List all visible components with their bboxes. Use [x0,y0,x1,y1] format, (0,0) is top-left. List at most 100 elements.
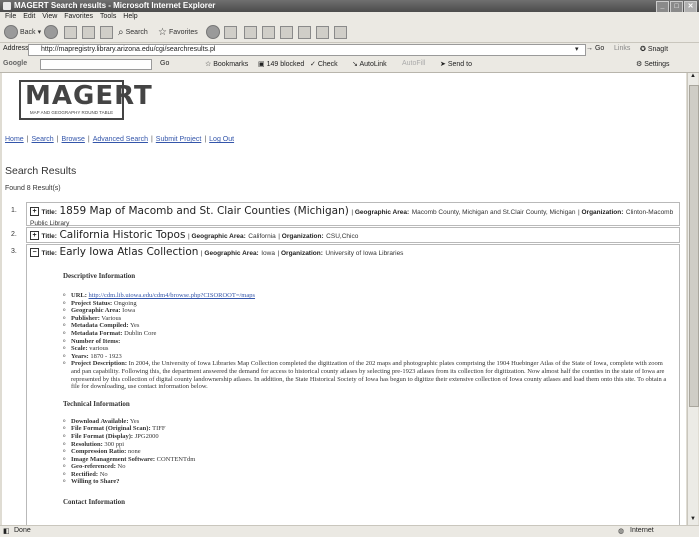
send-icon: ➤ [440,61,446,68]
edit-button[interactable] [262,25,275,39]
print-button[interactable] [244,25,257,39]
address-label: Address [3,45,29,52]
detail-item: Resolution: 300 ppi [63,441,669,449]
area-value: California [248,233,276,240]
address-input[interactable]: http://mapregistry.library.arizona.edu/c… [28,44,586,56]
popup-blocker-button[interactable]: ▣ 149 blocked [258,60,304,68]
nav-browse-link[interactable]: Browse [62,136,85,143]
snagit-logo-icon: ✪ [640,46,646,53]
detail-item: Metadata Compiled: Yes [63,322,669,330]
technical-heading: Technical Information [63,399,130,408]
nav-search-link[interactable]: Search [32,136,54,143]
detail-url: URL: http://cdm.lib.uiowa.edu/cdm4/brows… [63,292,669,300]
detail-item: Image Management Software: CONTENTdm [63,456,669,464]
scroll-thumb[interactable] [689,85,699,407]
sendto-button[interactable]: ➤ Send to [440,60,472,68]
back-button[interactable]: Back ▾ [4,25,41,39]
area-value: Macomb County, Michigan and St.Clair Cou… [411,209,576,216]
links-button[interactable]: Links [614,45,630,52]
detail-item: Willing to Share? [63,478,669,486]
project-description: Project Description: In 2004, the Univer… [63,360,669,390]
org-value: CSU,Chico [326,233,359,240]
menu-edit[interactable]: Edit [23,12,35,22]
detail-item: Geographic Area: Iowa [63,307,669,315]
results-count: Found 8 Result(s) [5,185,61,192]
detail-item: Scale: various [63,345,669,353]
scroll-up-icon[interactable]: ▲ [689,73,697,82]
forward-button[interactable] [44,25,58,39]
magert-logo[interactable]: MAGERT MAP AND GEOGRAPHY ROUND TABLE [19,80,152,120]
expand-toggle[interactable]: + [30,231,39,241]
org-value: University of Iowa Libraries [325,250,404,257]
edit-icon [262,25,275,39]
home-button[interactable] [100,25,113,39]
history-icon [206,25,220,39]
star-icon: ☆ [205,61,212,68]
search-icon: ⌕ [118,26,124,38]
go-button[interactable]: → Go [586,45,604,52]
research-button[interactable] [298,25,311,39]
snagit-button[interactable]: ✪ SnagIt [640,45,668,53]
address-dropdown-icon[interactable]: ▾ [575,45,579,53]
bookmarks-button[interactable]: ☆ Bookmarks [205,60,248,68]
logo-subtext: MAP AND GEOGRAPHY ROUND TABLE [29,110,114,115]
nav-home-link[interactable]: Home [5,136,24,143]
vertical-scrollbar[interactable]: ▲ ▼ [687,73,699,525]
ie-icon [3,2,11,10]
page-done-icon: ◧ [3,528,10,535]
result-title[interactable]: Early Iowa Atlas Collection [59,246,198,258]
detail-item: Metadata Format: Dublin Core [63,330,669,338]
standard-toolbar: Back ▾ ⌕ Search ☆ Favorites [0,22,699,43]
google-go-button[interactable]: Go [160,60,169,67]
favorites-button[interactable]: ☆ Favorites [158,25,198,39]
discuss-icon [280,25,293,39]
scroll-down-icon[interactable]: ▼ [689,516,697,525]
nav-submit-project-link[interactable]: Submit Project [156,136,202,143]
spellcheck-button[interactable]: ✓ Check [310,60,338,68]
mail-button[interactable] [224,25,237,39]
nav-logout-link[interactable]: Log Out [209,136,234,143]
google-settings-button[interactable]: ⚙ Settings [636,60,670,68]
area-value: Iowa [261,250,275,257]
autofill-button[interactable]: AutoFill [402,60,425,67]
title-label: Title: [41,250,57,257]
nav-advanced-search-link[interactable]: Advanced Search [93,136,148,143]
org-label: Organization: [581,209,624,216]
result-title[interactable]: 1859 Map of Macomb and St. Clair Countie… [59,205,348,217]
go-arrow-icon: → [586,45,593,52]
menu-file[interactable]: File [5,12,16,22]
search-button[interactable]: ⌕ Search [118,25,148,39]
result-number: 3. [11,248,17,255]
refresh-button[interactable] [82,25,95,39]
collapse-toggle[interactable]: − [30,248,39,258]
gear-icon: ⚙ [636,61,643,68]
snagit-toolbar-button[interactable] [334,25,347,39]
menu-view[interactable]: View [42,12,57,22]
menu-bar: File Edit View Favorites Tools Help [0,12,699,22]
org-label: Organization: [281,250,323,257]
chevron-down-icon: ▾ [37,29,42,36]
google-search-input[interactable] [40,59,152,70]
star-icon: ☆ [158,26,167,38]
detail-item: Rectified: No [63,471,669,479]
discuss-button[interactable] [280,25,293,39]
stop-button[interactable] [64,25,77,39]
research-icon [298,25,311,39]
area-label: Geographic Area: [354,209,410,216]
results-heading: Search Results [5,165,77,177]
detail-item: Compression Ratio: none [63,448,669,456]
menu-help[interactable]: Help [123,12,137,22]
autolink-button[interactable]: ↘ AutoLink [352,60,387,68]
messenger-icon [316,25,329,39]
org-label: Organization: [281,233,324,240]
status-text: Done [14,527,31,534]
window-titlebar: MAGERT Search results - Microsoft Intern… [0,0,699,13]
history-button[interactable] [206,25,220,39]
menu-favorites[interactable]: Favorites [64,12,93,22]
expand-toggle[interactable]: + [30,207,39,217]
project-url-link[interactable]: http://cdm.lib.uiowa.edu/cdm4/browse.php… [89,292,256,299]
menu-tools[interactable]: Tools [100,12,116,22]
result-title[interactable]: California Historic Topos [59,229,185,241]
google-toolbar: Google Go ☆ Bookmarks ▣ 149 blocked ✓ Ch… [0,57,699,73]
messenger-button[interactable] [316,25,329,39]
